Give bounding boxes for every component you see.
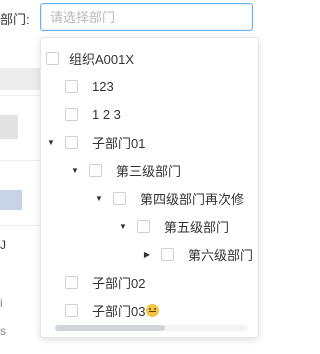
department-field-label: 部门: [0, 12, 30, 27]
tree-node[interactable]: 123 [65, 72, 114, 100]
department-tree-dropdown: 组织A001X 123 1 2 3 ▼ 子部门01 ▼ 第三级部门 ▼ 第四级部… [40, 37, 259, 338]
caret-down-icon[interactable]: ▼ [69, 166, 81, 175]
bg-side-text: i [0, 296, 3, 310]
bg-blurred-block [0, 190, 22, 210]
node-checkbox[interactable] [65, 275, 78, 289]
node-label: 第六级部门 [188, 247, 254, 263]
node-label: 组织A001X [69, 51, 135, 67]
node-checkbox[interactable] [161, 247, 174, 261]
tree-node[interactable]: 组织A001X [46, 44, 134, 72]
bg-side-letter: J [0, 238, 6, 252]
caret-right-icon[interactable]: ▶ [141, 250, 153, 259]
node-label: 子部门01 [92, 135, 146, 151]
node-checkbox[interactable] [65, 107, 78, 121]
bg-blurred-block [0, 115, 18, 139]
node-label: 子部门03 [92, 303, 146, 319]
tree-node[interactable]: ▼ 第四级部门再次修 [93, 184, 244, 212]
node-checkbox[interactable] [65, 135, 78, 149]
tree-node[interactable]: 子部门03 [65, 296, 160, 324]
bg-row-divider [0, 160, 40, 161]
bg-row-divider [0, 95, 40, 96]
node-label: 1 2 3 [92, 106, 121, 122]
node-checkbox[interactable] [137, 219, 150, 233]
node-label: 第三级部门 [116, 163, 182, 179]
bg-row-divider [0, 225, 40, 226]
tree-node[interactable]: ▼ 子部门01 [45, 128, 145, 156]
department-select[interactable] [40, 3, 253, 31]
tree-node[interactable]: 1 2 3 [65, 100, 121, 128]
node-checkbox[interactable] [46, 51, 59, 65]
caret-down-icon[interactable]: ▼ [93, 194, 105, 203]
tree-node[interactable]: ▼ 第五级部门 [117, 212, 229, 240]
bg-side-text: s [0, 324, 6, 338]
node-checkbox[interactable] [89, 163, 102, 177]
tree-node[interactable]: ▶ 第六级部门 [141, 240, 253, 268]
node-label: 第四级部门再次修 [140, 191, 245, 207]
scrollbar-thumb[interactable] [55, 325, 165, 331]
node-label: 123 [92, 78, 114, 94]
caret-down-icon[interactable]: ▼ [45, 138, 57, 147]
node-checkbox[interactable] [113, 191, 126, 205]
department-search-input[interactable] [41, 4, 250, 30]
smiley-emoji-icon [146, 303, 160, 317]
node-checkbox[interactable] [65, 303, 78, 317]
tree-node[interactable]: ▼ 第三级部门 [69, 156, 181, 184]
caret-down-icon[interactable]: ▼ [117, 222, 129, 231]
tree-node[interactable]: 子部门02 [65, 268, 145, 296]
node-checkbox[interactable] [65, 79, 78, 93]
node-label: 子部门02 [92, 275, 146, 291]
bg-blurred-block [0, 68, 40, 90]
horizontal-scrollbar[interactable] [55, 325, 248, 331]
node-label: 第五级部门 [164, 219, 230, 235]
